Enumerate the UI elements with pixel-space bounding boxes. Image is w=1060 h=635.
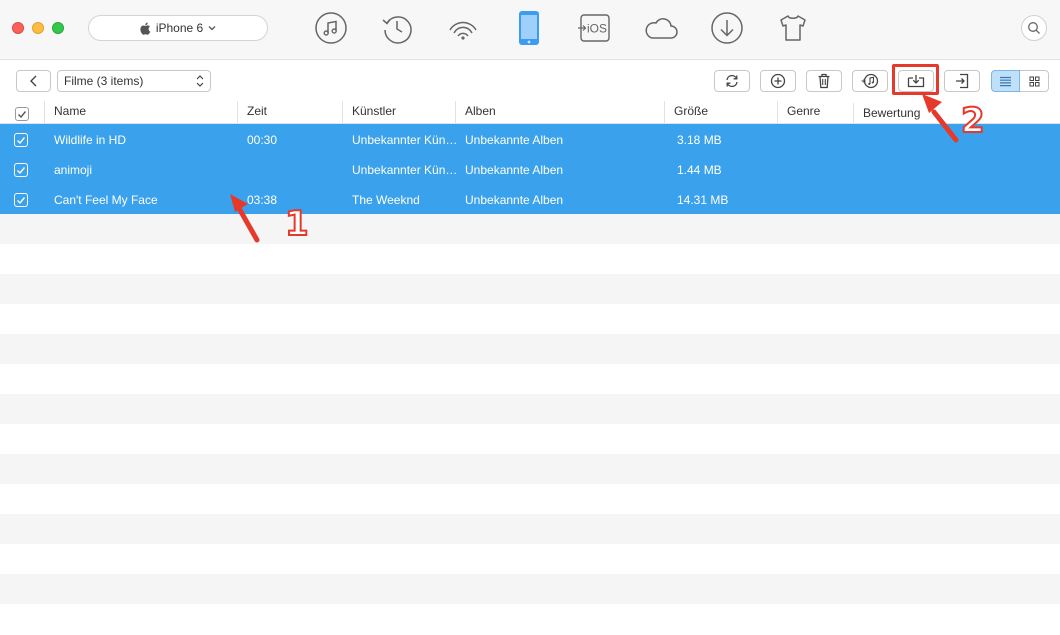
- empty-row: [0, 424, 1060, 454]
- empty-row: [0, 514, 1060, 544]
- annotation-step-2: 2: [960, 100, 986, 142]
- cell-album: Unbekannte Alben: [465, 193, 564, 207]
- empty-row: [0, 244, 1060, 274]
- back-button[interactable]: [16, 70, 51, 92]
- refresh-icon: [726, 74, 738, 88]
- cell-size: 1.44 MB: [677, 163, 722, 177]
- empty-row: [0, 544, 1060, 574]
- cell-time: [247, 154, 337, 184]
- cell-artist: Unbekannter Kün…: [352, 133, 458, 147]
- cell-album: Unbekannte Alben: [465, 133, 564, 147]
- select-all-checkbox[interactable]: [15, 107, 29, 121]
- grid-view-icon: [1029, 76, 1039, 86]
- cell-artist: Unbekannter Kün…: [352, 163, 458, 177]
- column-header-size[interactable]: Größe: [664, 101, 778, 124]
- history-icon[interactable]: [379, 10, 415, 46]
- device-name: iPhone 6: [155, 21, 204, 35]
- annotation-arrow-2-icon: [922, 94, 959, 143]
- cloud-icon[interactable]: [643, 10, 679, 46]
- import-icon: [956, 73, 969, 89]
- import-button[interactable]: [944, 70, 980, 92]
- row-checkbox[interactable]: [14, 163, 28, 177]
- to-ios-icon[interactable]: iOS: [577, 10, 613, 46]
- empty-row: [0, 604, 1060, 634]
- to-itunes-icon: [861, 73, 879, 89]
- cell-album: Unbekannte Alben: [465, 163, 564, 177]
- check-icon: [17, 136, 26, 144]
- column-header-artist[interactable]: Künstler: [342, 101, 456, 124]
- add-icon: [770, 73, 786, 89]
- cell-time: 00:30: [247, 133, 278, 147]
- iphone-icon[interactable]: [511, 10, 547, 46]
- close-window-button[interactable]: [12, 22, 24, 34]
- column-header-genre[interactable]: Genre: [777, 101, 854, 124]
- minimize-window-button[interactable]: [32, 22, 44, 34]
- title-bar: iPhone 6 iOS: [0, 0, 1060, 60]
- delete-button[interactable]: [806, 70, 842, 92]
- table-row[interactable]: Wildlife in HD 00:30 Unbekannter Kün… Un…: [0, 124, 1060, 154]
- cell-name: animoji: [54, 163, 93, 177]
- row-checkbox[interactable]: [14, 133, 28, 147]
- music-icon[interactable]: [313, 10, 349, 46]
- empty-row: [0, 484, 1060, 514]
- cell-artist: The Weeknd: [352, 193, 420, 207]
- updown-chevron-icon: [196, 75, 204, 87]
- table-header: Name Zeit Künstler Alben Größe Genre Bew…: [0, 101, 1060, 126]
- annotation-step-1: 1: [284, 203, 310, 245]
- annotation-arrow-1-icon: [230, 194, 260, 243]
- cell-size: 3.18 MB: [677, 133, 722, 147]
- wifi-icon[interactable]: [445, 10, 481, 46]
- chevron-left-icon: [29, 75, 36, 87]
- cell-size: 14.31 MB: [677, 193, 729, 207]
- tshirt-icon[interactable]: [775, 10, 811, 46]
- column-header-album[interactable]: Alben: [455, 101, 665, 124]
- table-row[interactable]: Can't Feel My Face 03:38 The Weeknd Unbe…: [0, 184, 1060, 214]
- device-selector[interactable]: iPhone 6: [88, 15, 268, 41]
- empty-row: [0, 334, 1060, 364]
- chevron-down-icon: [208, 26, 216, 31]
- empty-row: [0, 274, 1060, 304]
- search-button[interactable]: [1021, 15, 1047, 41]
- table-row[interactable]: animoji Unbekannter Kün… Unbekannte Albe…: [0, 154, 1060, 184]
- highlight-box: [892, 64, 939, 95]
- refresh-button[interactable]: [714, 70, 750, 92]
- list-view-icon: [1000, 76, 1011, 86]
- to-ios-label: iOS: [587, 22, 607, 36]
- check-icon: [17, 196, 26, 204]
- cell-name: Wildlife in HD: [54, 133, 127, 147]
- download-icon[interactable]: [709, 10, 745, 46]
- cell-name: Can't Feel My Face: [54, 193, 158, 207]
- check-icon: [17, 166, 26, 174]
- column-header-name[interactable]: Name: [44, 101, 238, 124]
- to-itunes-button[interactable]: [852, 70, 888, 92]
- empty-row: [0, 214, 1060, 244]
- grid-view-toggle[interactable]: [1020, 70, 1049, 92]
- apple-icon: [140, 22, 151, 35]
- column-header-time[interactable]: Zeit: [237, 101, 343, 124]
- empty-row: [0, 304, 1060, 334]
- delete-icon: [818, 73, 830, 89]
- category-select[interactable]: Filme (3 items): [57, 70, 211, 92]
- check-icon: [18, 110, 27, 118]
- list-view-toggle[interactable]: [991, 70, 1020, 92]
- empty-row: [0, 454, 1060, 484]
- search-icon: [1028, 22, 1040, 34]
- zoom-window-button[interactable]: [52, 22, 64, 34]
- add-button[interactable]: [760, 70, 796, 92]
- row-checkbox[interactable]: [14, 193, 28, 207]
- empty-row: [0, 394, 1060, 424]
- empty-row: [0, 574, 1060, 604]
- empty-row: [0, 364, 1060, 394]
- category-value: Filme (3 items): [64, 74, 144, 88]
